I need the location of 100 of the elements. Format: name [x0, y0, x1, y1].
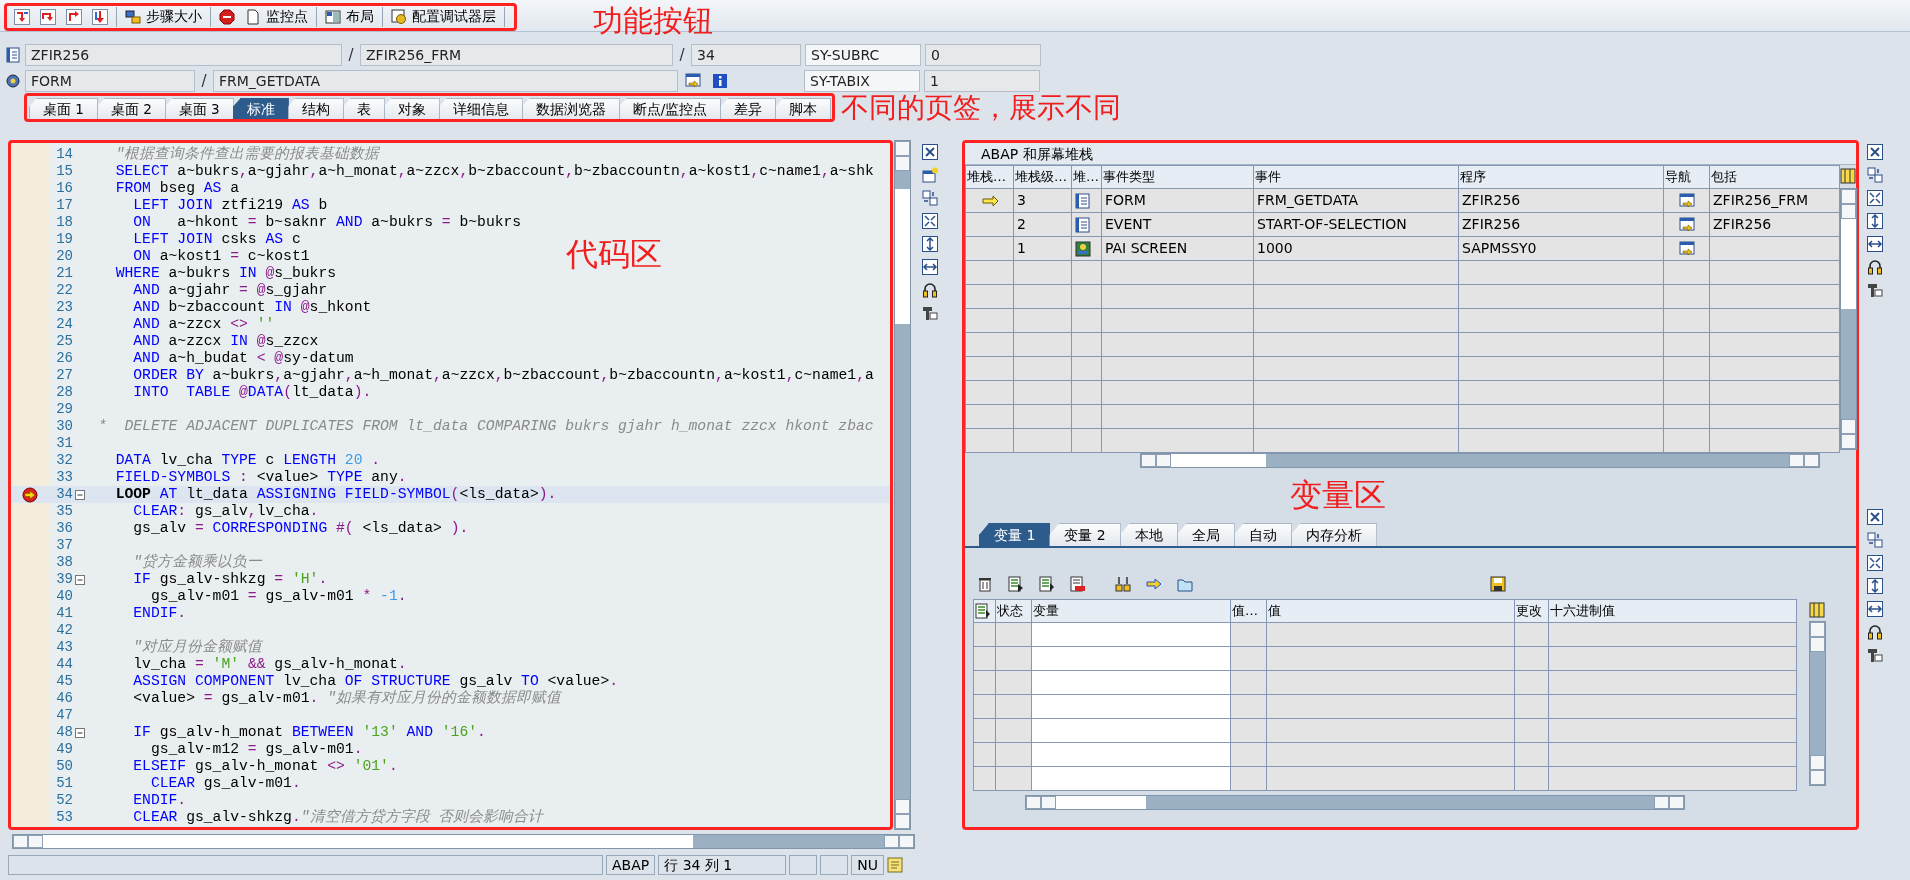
- swap-icon[interactable]: [922, 190, 938, 206]
- close-icon[interactable]: [922, 144, 938, 160]
- tab[interactable]: 脚本: [775, 98, 832, 119]
- column-header[interactable]: 导航: [1663, 165, 1710, 189]
- code-line: ORDER BY a~bukrs,a~gjahr,a~h_monat,a~zzcx,b~zbaccount,b~zbaccountn,a~kost1,c~name1,a: [132, 367, 874, 384]
- expand-horizontal-icon[interactable]: [922, 259, 938, 275]
- new-window-icon[interactable]: [922, 167, 938, 183]
- table-cell: 2: [1013, 212, 1072, 237]
- input-field[interactable]: [1031, 622, 1231, 647]
- line-number: 47: [55, 706, 73, 725]
- column-header[interactable]: 堆栈…: [965, 165, 1014, 189]
- input-field[interactable]: [1031, 766, 1231, 791]
- expand-vertical-icon[interactable]: [922, 236, 938, 252]
- layers-button[interactable]: 配置调试器层: [386, 5, 501, 28]
- expand-vertical-icon[interactable]: [1867, 213, 1883, 229]
- column-header[interactable]: 程序: [1458, 165, 1664, 189]
- info-icon[interactable]: [712, 73, 728, 89]
- close-icon[interactable]: [1867, 509, 1883, 525]
- expand-vertical-icon[interactable]: [1867, 578, 1883, 594]
- tab[interactable]: 桌面 2: [96, 98, 166, 119]
- expand-horizontal-icon[interactable]: [1867, 601, 1883, 617]
- boxes-icon[interactable]: [1115, 576, 1131, 592]
- tool-icon[interactable]: [1867, 282, 1883, 298]
- document-icon[interactable]: [1070, 576, 1086, 592]
- input-field[interactable]: [1031, 646, 1231, 671]
- list-settings-icon[interactable]: [975, 603, 991, 619]
- column-settings-icon[interactable]: [1840, 168, 1856, 184]
- text-field[interactable]: FRM_GETDATA: [213, 70, 678, 92]
- input-field[interactable]: [1031, 670, 1231, 695]
- tab[interactable]: 表: [342, 98, 385, 119]
- collapse-icon[interactable]: [75, 489, 85, 500]
- tab[interactable]: 对象: [383, 98, 440, 119]
- tab[interactable]: 桌面 1: [29, 98, 98, 119]
- folder-icon[interactable]: [1177, 576, 1193, 592]
- column-header[interactable]: 状态: [995, 599, 1032, 623]
- layout-button[interactable]: 布局: [320, 5, 379, 28]
- tab[interactable]: 全局: [1176, 523, 1235, 546]
- tab[interactable]: 断点/监控点: [618, 98, 722, 119]
- column-header[interactable]: 事件: [1253, 165, 1459, 189]
- step-size-button[interactable]: 步骤大小: [120, 5, 207, 28]
- column-header[interactable]: 堆…: [1071, 165, 1102, 189]
- tab[interactable]: 内存分析: [1290, 523, 1377, 546]
- save-icon[interactable]: [1490, 576, 1506, 592]
- headset-icon[interactable]: [1867, 259, 1883, 275]
- column-header[interactable]: 堆栈级…: [1013, 165, 1072, 189]
- tab[interactable]: 桌面 3: [164, 98, 234, 119]
- column-header[interactable]: 十六进制值: [1548, 599, 1797, 623]
- text-field[interactable]: ZFIR256_FRM: [360, 44, 673, 66]
- text-field[interactable]: FORM: [25, 70, 195, 92]
- collapse-icon[interactable]: [75, 727, 85, 738]
- expand-horizontal-icon[interactable]: [1867, 236, 1883, 252]
- headset-icon[interactable]: [1867, 624, 1883, 640]
- horizontal-scrollbar[interactable]: [1140, 453, 1820, 468]
- tab[interactable]: 变量 1: [979, 523, 1051, 546]
- input-field[interactable]: [1031, 742, 1231, 767]
- vertical-scrollbar[interactable]: [1840, 188, 1857, 450]
- column-header[interactable]: 值: [1266, 599, 1515, 623]
- column-header[interactable]: 值…: [1230, 599, 1267, 623]
- swap-icon[interactable]: [1867, 532, 1883, 548]
- collapse-icon[interactable]: [75, 574, 85, 585]
- tab[interactable]: 详细信息: [438, 98, 523, 119]
- vertical-scrollbar[interactable]: [1809, 621, 1826, 786]
- fullscreen-icon[interactable]: [1867, 190, 1883, 206]
- swap-icon[interactable]: [1867, 167, 1883, 183]
- tab[interactable]: 本地: [1119, 523, 1178, 546]
- code-line: AND a~gjahr = @s_gjahr: [132, 282, 328, 299]
- fullscreen-icon[interactable]: [922, 213, 938, 229]
- text-field[interactable]: ZFIR256: [25, 44, 342, 66]
- tab[interactable]: 结构: [287, 98, 344, 119]
- table-cell: ZFIR256: [1709, 212, 1840, 237]
- tool-icon[interactable]: [922, 305, 938, 321]
- tab[interactable]: 数据浏览器: [521, 98, 620, 119]
- column-settings-icon[interactable]: [1809, 602, 1825, 618]
- horizontal-scrollbar[interactable]: [12, 834, 915, 849]
- arrow-icon[interactable]: [1146, 576, 1162, 592]
- code-editor[interactable]: [8, 140, 893, 830]
- text-field[interactable]: 0: [925, 44, 1041, 66]
- column-header[interactable]: 事件类型: [1101, 165, 1254, 189]
- line-number: 49: [55, 740, 73, 759]
- layout-icon: [325, 8, 341, 25]
- tab[interactable]: 标准: [232, 98, 289, 119]
- headset-icon[interactable]: [922, 282, 938, 298]
- close-icon[interactable]: [1867, 144, 1883, 160]
- column-header[interactable]: 包括: [1709, 165, 1840, 189]
- tool-icon[interactable]: [1867, 647, 1883, 663]
- tab[interactable]: 变量 2: [1049, 523, 1121, 546]
- vertical-scrollbar[interactable]: [894, 140, 911, 830]
- column-header[interactable]: 更改: [1514, 599, 1549, 623]
- text-field[interactable]: 1: [924, 70, 1040, 92]
- column-header[interactable]: 变量: [1031, 599, 1231, 623]
- tab[interactable]: 差异: [720, 98, 777, 119]
- tab[interactable]: 自动: [1233, 523, 1292, 546]
- horizontal-scrollbar[interactable]: [1025, 795, 1685, 810]
- input-field[interactable]: [1031, 694, 1231, 719]
- line-number: 21: [55, 264, 73, 283]
- text-field[interactable]: 34: [691, 44, 801, 66]
- fullscreen-icon[interactable]: [1867, 555, 1883, 571]
- watchpoint-button[interactable]: 监控点: [240, 5, 313, 28]
- delete-icon[interactable]: [977, 576, 993, 592]
- input-field[interactable]: [1031, 718, 1231, 743]
